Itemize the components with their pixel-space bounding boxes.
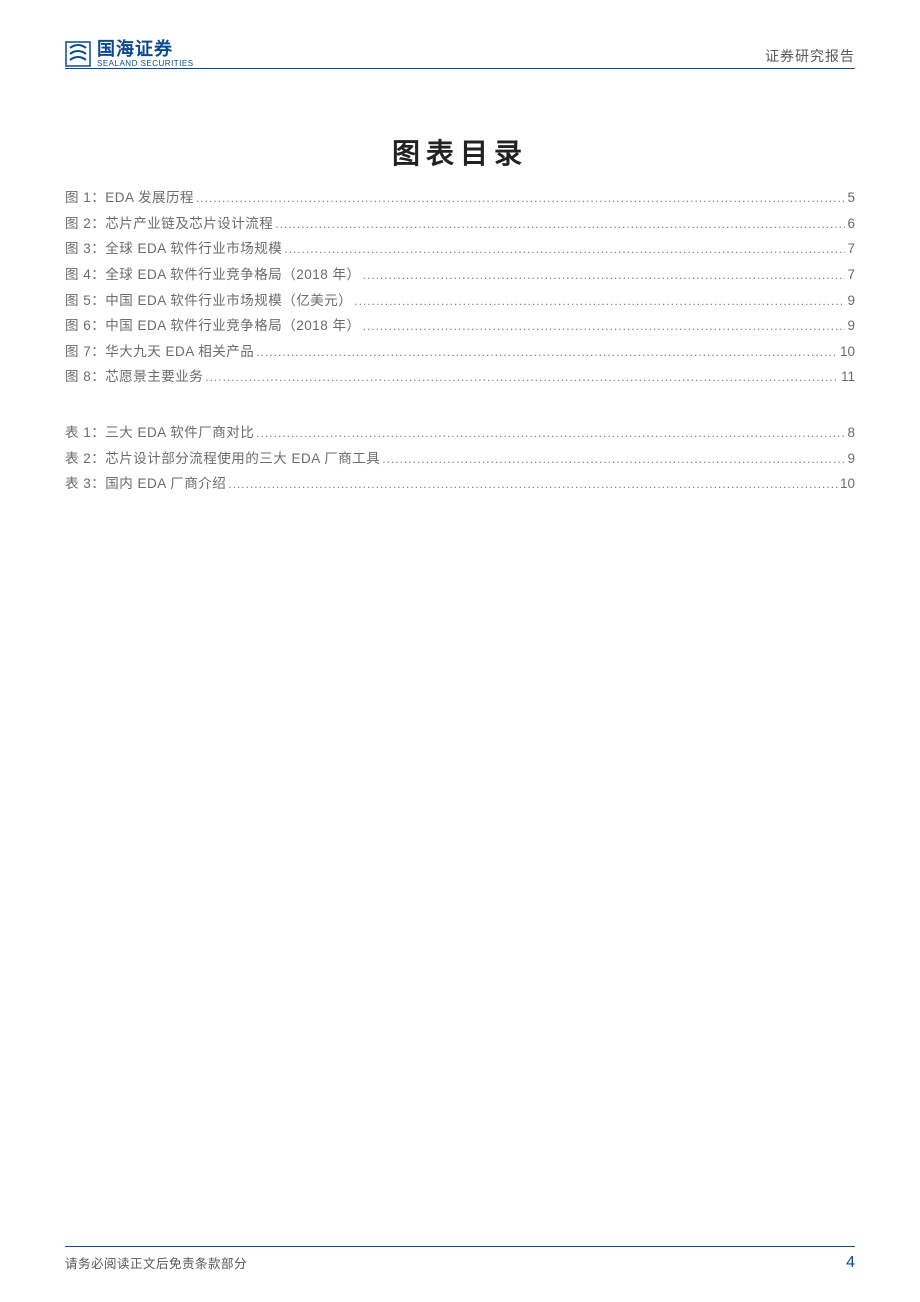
toc-label: 图 1：EDA 发展历程	[65, 185, 194, 211]
report-type-label: 证券研究报告	[765, 46, 855, 68]
header-divider	[65, 68, 855, 69]
toc-leader	[196, 185, 845, 211]
toc-page: 10	[840, 471, 855, 497]
toc-label: 图 5：中国 EDA 软件行业市场规模（亿美元）	[65, 288, 352, 314]
toc-entry: 表 3：国内 EDA 厂商介绍 10	[65, 471, 855, 497]
toc-label: 图 7：华大九天 EDA 相关产品	[65, 339, 254, 365]
toc-label: 表 1：三大 EDA 软件厂商对比	[65, 420, 254, 446]
toc-entry: 图 1：EDA 发展历程 5	[65, 185, 855, 211]
logo-text: 国海证券 SEALAND SECURITIES	[97, 40, 194, 68]
toc-label: 图 3：全球 EDA 软件行业市场规模	[65, 236, 282, 262]
toc-entry: 表 1：三大 EDA 软件厂商对比 8	[65, 420, 855, 446]
toc-entry: 图 5：中国 EDA 软件行业市场规模（亿美元） 9	[65, 288, 855, 314]
toc-label: 图 4：全球 EDA 软件行业竞争格局（2018 年）	[65, 262, 361, 288]
page-header: 国海证券 SEALAND SECURITIES 证券研究报告	[65, 28, 855, 68]
toc-page: 9	[847, 313, 855, 339]
toc-label: 表 2：芯片设计部分流程使用的三大 EDA 厂商工具	[65, 446, 380, 472]
toc-page: 6	[847, 211, 855, 237]
toc-leader	[354, 288, 845, 314]
page-footer: 请务必阅读正文后免责条款部分 4	[65, 1253, 855, 1272]
logo-icon	[65, 41, 91, 67]
toc-page: 11	[841, 364, 855, 390]
toc-label: 表 3：国内 EDA 厂商介绍	[65, 471, 226, 497]
logo-chinese: 国海证券	[97, 40, 194, 58]
table-of-contents: 图 1：EDA 发展历程 5 图 2：芯片产业链及芯片设计流程 6 图 3：全球 E…	[65, 185, 855, 527]
page-title: 图表目录	[0, 132, 920, 172]
toc-leader	[363, 262, 846, 288]
figures-list: 图 1：EDA 发展历程 5 图 2：芯片产业链及芯片设计流程 6 图 3：全球 E…	[65, 185, 855, 390]
toc-entry: 图 2：芯片产业链及芯片设计流程 6	[65, 211, 855, 237]
toc-entry: 表 2：芯片设计部分流程使用的三大 EDA 厂商工具 9	[65, 446, 855, 472]
footer-divider	[65, 1246, 855, 1247]
toc-leader	[284, 236, 845, 262]
toc-entry: 图 3：全球 EDA 软件行业市场规模 7	[65, 236, 855, 262]
toc-label: 图 8：芯愿景主要业务	[65, 364, 203, 390]
toc-page: 7	[847, 262, 855, 288]
logo-english: SEALAND SECURITIES	[97, 60, 194, 68]
toc-leader	[256, 339, 838, 365]
toc-entry: 图 4：全球 EDA 软件行业竞争格局（2018 年） 7	[65, 262, 855, 288]
toc-page: 5	[847, 185, 855, 211]
company-logo: 国海证券 SEALAND SECURITIES	[65, 40, 194, 68]
toc-page: 9	[847, 446, 855, 472]
toc-leader	[256, 420, 845, 446]
toc-page: 7	[847, 236, 855, 262]
toc-label: 图 2：芯片产业链及芯片设计流程	[65, 211, 273, 237]
toc-entry: 图 6：中国 EDA 软件行业竞争格局（2018 年） 9	[65, 313, 855, 339]
toc-label: 图 6：中国 EDA 软件行业竞争格局（2018 年）	[65, 313, 361, 339]
toc-page: 9	[847, 288, 855, 314]
toc-page: 8	[847, 420, 855, 446]
toc-entry: 图 7：华大九天 EDA 相关产品 10	[65, 339, 855, 365]
footer-disclaimer: 请务必阅读正文后免责条款部分	[65, 1253, 247, 1272]
toc-leader	[363, 313, 846, 339]
toc-leader	[382, 446, 845, 472]
toc-page: 10	[840, 339, 855, 365]
toc-leader	[205, 364, 839, 390]
toc-leader	[275, 211, 845, 237]
page-number: 4	[846, 1254, 855, 1272]
tables-list: 表 1：三大 EDA 软件厂商对比 8 表 2：芯片设计部分流程使用的三大 EDA…	[65, 420, 855, 497]
toc-entry: 图 8：芯愿景主要业务 11	[65, 364, 855, 390]
toc-leader	[228, 471, 838, 497]
